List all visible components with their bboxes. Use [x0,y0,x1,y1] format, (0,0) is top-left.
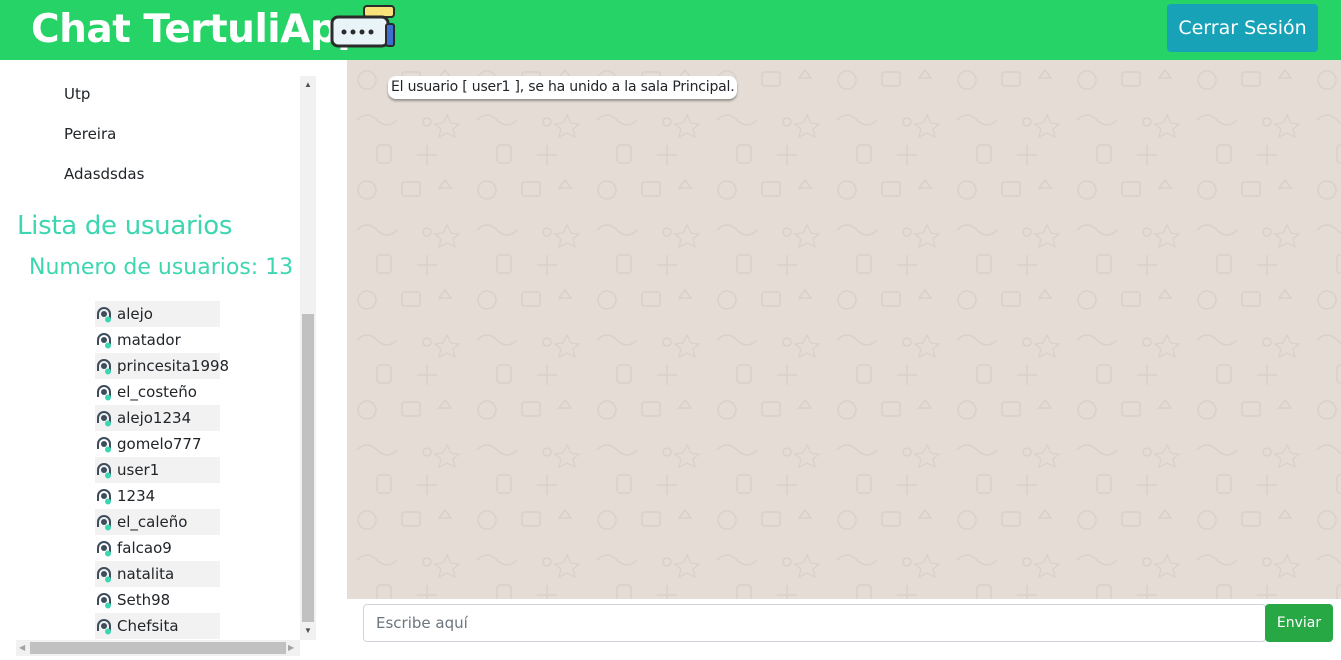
user-online-icon [97,463,111,479]
users-count: Numero de usuarios: 13 [29,255,294,280]
user-list-item[interactable]: princesita1998 [95,353,229,379]
user-list-item[interactable]: user1 [95,457,220,483]
user-list-item[interactable]: natalita [95,561,220,587]
app-title: Chat TertuliApp [31,7,365,52]
user-online-icon [97,593,111,609]
chat-wallpaper-pattern [347,60,1341,599]
user-list-item[interactable]: gomelo777 [95,431,220,457]
scrollbar-thumb[interactable] [30,642,286,654]
user-name: Chefsita [117,617,179,635]
room-item-adasdsdas[interactable]: Adasdsdas [64,165,144,183]
user-list-item[interactable]: el_caleño [95,509,220,535]
user-online-icon [97,541,111,557]
user-online-icon [97,411,111,427]
user-list-item[interactable]: el_costeño [95,379,220,405]
scrollbar-thumb[interactable] [302,314,314,622]
sidebar-horizontal-scrollbar[interactable]: ◀ ▶ [16,640,300,656]
sidebar: Utp Pereira Adasdsdas Lista de usuarios … [0,60,316,656]
user-name: el_costeño [117,383,197,401]
user-online-icon [97,515,111,531]
user-name: el_caleño [117,513,188,531]
user-online-icon [97,437,111,453]
top-navbar: Chat TertuliApp Cerrar Sesión [0,0,1341,60]
user-online-icon [97,333,111,349]
user-name: falcao9 [117,539,172,557]
system-message: El usuario [ user1 ], se ha unido a la s… [388,76,738,99]
scroll-down-icon[interactable]: ▼ [304,626,312,635]
user-online-icon [97,385,111,401]
user-list-item[interactable]: Seth98 [95,587,220,613]
room-item-pereira[interactable]: Pereira [64,125,116,143]
user-online-icon [97,619,111,635]
logout-button[interactable]: Cerrar Sesión [1167,4,1318,52]
user-name: alejo [117,305,153,323]
user-list: alejo matador princesita1998 el_costeñoalej… [95,301,229,639]
chat-bubble-icon [330,5,395,48]
user-name: 1234 [117,487,156,505]
user-name: user1 [117,461,160,479]
user-online-icon [97,567,111,583]
user-online-icon [97,307,111,323]
user-online-icon [97,489,111,505]
user-name: alejo1234 [117,409,192,427]
room-item-utp[interactable]: Utp [64,85,90,103]
scroll-up-icon[interactable]: ▲ [304,80,312,89]
user-list-item[interactable]: falcao9 [95,535,220,561]
user-name: matador [117,331,181,349]
message-input[interactable] [363,604,1266,642]
sidebar-vertical-scrollbar[interactable]: ▲ ▼ [300,76,316,640]
chat-messages-area: El usuario [ user1 ], se ha unido a la s… [347,60,1341,599]
composer-bar: Enviar [347,599,1341,660]
user-name: princesita1998 [117,357,230,375]
user-name: natalita [117,565,175,583]
scroll-right-icon[interactable]: ▶ [288,643,294,652]
user-list-item[interactable]: alejo1234 [95,405,220,431]
user-list-item[interactable]: matador [95,327,220,353]
send-button[interactable]: Enviar [1265,604,1333,642]
user-list-item[interactable]: alejo [95,301,220,327]
user-name: Seth98 [117,591,171,609]
user-list-item[interactable]: Chefsita [95,613,220,639]
user-online-icon [97,359,111,375]
scroll-left-icon[interactable]: ◀ [19,643,25,652]
users-list-title: Lista de usuarios [17,211,233,241]
user-name: gomelo777 [117,435,202,453]
user-list-item[interactable]: 1234 [95,483,220,509]
